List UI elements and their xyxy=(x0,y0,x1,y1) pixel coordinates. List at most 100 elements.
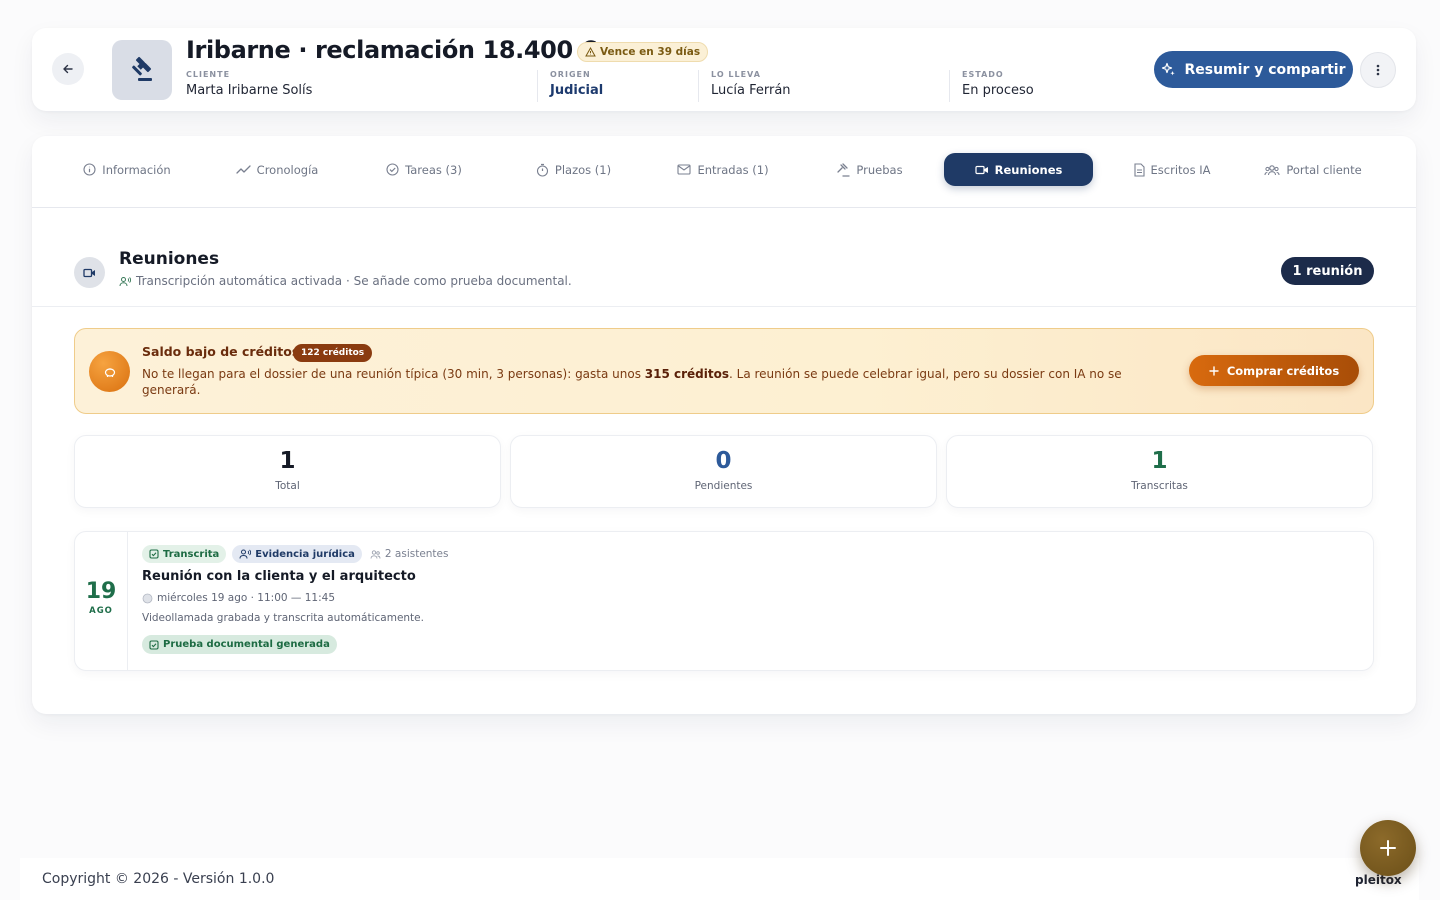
check-square-icon xyxy=(149,639,159,650)
tab-pruebas[interactable]: Pruebas xyxy=(827,153,912,186)
alert-text-credits: 315 créditos xyxy=(644,367,730,381)
meta-owner: LO LLEVA Lucía Ferrán xyxy=(711,70,791,98)
tab-label: Reuniones xyxy=(994,162,1063,177)
proof-generated-label: Prueba documental generada xyxy=(163,639,330,650)
meeting-description: Videollamada grabada y transcrita automá… xyxy=(142,612,424,624)
meeting-day: 19 xyxy=(85,579,117,604)
footer: Copyright © 2026 - Versión 1.0.0 pleitox xyxy=(20,858,1419,900)
proof-generated-badge[interactable]: Prueba documental generada xyxy=(142,635,337,654)
arrow-left-icon xyxy=(63,64,73,74)
low-credits-alert: Saldo bajo de créditos 122 créditos No t… xyxy=(74,328,1374,414)
back-button[interactable] xyxy=(52,53,84,85)
tag-transcribed-label: Transcrita xyxy=(163,548,220,560)
stat-transcribed-value: 1 xyxy=(1151,448,1168,474)
tab-label: Tareas (3) xyxy=(405,162,462,177)
plus-icon xyxy=(1380,840,1396,856)
due-date-label: Vence en 39 días xyxy=(600,46,701,58)
tab-reuniones[interactable]: Reuniones xyxy=(944,153,1093,186)
info-icon xyxy=(83,163,96,176)
add-fab-button[interactable] xyxy=(1360,820,1416,876)
stat-pending: 0 Pendientes xyxy=(510,435,937,508)
meta-client-value: Marta Iribarne Solís xyxy=(186,83,313,98)
people-icon xyxy=(370,549,381,559)
tab-portal-cliente[interactable]: Portal cliente xyxy=(1258,153,1368,186)
meta-status-value: En proceso xyxy=(962,83,1034,98)
meta-origin-value[interactable]: Judicial xyxy=(550,83,603,98)
summarize-share-label: Resumir y compartir xyxy=(1184,61,1346,78)
trend-icon xyxy=(236,165,251,174)
stopwatch-icon xyxy=(536,163,548,177)
meeting-date: 19 AGO xyxy=(75,532,128,670)
section-divider xyxy=(32,306,1416,307)
meta-status-key: ESTADO xyxy=(962,70,1004,79)
tab-label: Información xyxy=(102,162,171,177)
tag-legal-evidence-label: Evidencia jurídica xyxy=(255,548,355,560)
meta-client-key: CLIENTE xyxy=(186,70,231,79)
attendees-label: 2 asistentes xyxy=(384,548,449,560)
tab-escritos-ia[interactable]: Escritos IA xyxy=(1122,153,1222,186)
buy-credits-button[interactable]: Comprar créditos xyxy=(1189,355,1359,386)
meeting-time: miércoles 19 ago · 11:00 — 11:45 xyxy=(142,592,335,604)
meta-origin-key: ORIGEN xyxy=(550,70,591,79)
check-square-icon xyxy=(149,549,159,559)
mail-icon xyxy=(677,164,691,175)
section-subtitle: Transcripción automática activada · Se a… xyxy=(119,274,572,288)
meeting-time-label: miércoles 19 ago · 11:00 — 11:45 xyxy=(157,592,336,604)
alert-text-start: No te llegan para el dossier de una reun… xyxy=(142,367,645,381)
stat-total-label: Total xyxy=(275,480,300,492)
stat-total: 1 Total xyxy=(74,435,501,508)
video-icon xyxy=(975,165,988,174)
meta-owner-key: LO LLEVA xyxy=(711,70,761,79)
tab-label: Portal cliente xyxy=(1286,162,1362,177)
alert-message: No te llegan para el dossier de una reun… xyxy=(142,366,1142,398)
tab-label: Cronología xyxy=(256,162,319,177)
sparkle-icon xyxy=(1162,62,1176,76)
meeting-tags: Transcrita Evidencia jurídica 2 asistent… xyxy=(142,545,448,563)
document-icon xyxy=(1133,162,1145,177)
case-title: Iribarne · reclamación 18.400 € xyxy=(186,36,598,64)
users-icon xyxy=(1264,164,1280,175)
meta-divider xyxy=(537,70,538,102)
due-date-badge: Vence en 39 días xyxy=(577,42,709,62)
tab-tareas[interactable]: Tareas (3) xyxy=(374,153,474,186)
copyright-text: Copyright © 2026 - Versión 1.0.0 xyxy=(42,871,275,887)
meta-origin: ORIGEN Judicial xyxy=(550,70,603,98)
meta-divider xyxy=(698,70,699,102)
gavel-icon xyxy=(837,162,851,177)
meeting-count-badge: 1 reunión xyxy=(1281,257,1374,285)
clock-icon xyxy=(142,593,153,603)
summarize-share-button[interactable]: Resumir y compartir xyxy=(1154,51,1353,88)
stat-pending-value: 0 xyxy=(715,448,732,474)
more-options-button[interactable] xyxy=(1360,52,1396,88)
tab-cronologia[interactable]: Cronología xyxy=(222,153,332,186)
check-circle-icon xyxy=(386,163,399,176)
meta-client: CLIENTE Marta Iribarne Solís xyxy=(186,70,312,98)
voice-user-icon xyxy=(239,549,252,559)
voice-user-icon xyxy=(119,276,131,286)
meeting-month: AGO xyxy=(89,606,113,616)
piggy-bank-icon xyxy=(89,351,130,392)
meeting-title[interactable]: Reunión con la clienta y el arquitecto xyxy=(142,569,416,584)
warning-icon xyxy=(585,47,596,57)
case-header: Iribarne · reclamación 18.400 € Vence en… xyxy=(32,28,1416,111)
meta-owner-value: Lucía Ferrán xyxy=(711,83,791,98)
tab-informacion[interactable]: Información xyxy=(72,153,182,186)
tab-label: Pruebas xyxy=(856,162,903,177)
plus-icon xyxy=(1209,365,1219,376)
section-subtitle-text: Transcripción automática activada · Se a… xyxy=(136,274,572,288)
kebab-menu-icon xyxy=(1376,64,1380,76)
tab-label: Escritos IA xyxy=(1150,162,1211,177)
tab-label: Plazos (1) xyxy=(554,162,612,177)
tab-entradas[interactable]: Entradas (1) xyxy=(668,153,778,186)
tab-plazos[interactable]: Plazos (1) xyxy=(526,153,621,186)
meeting-card[interactable]: 19 AGO Transcrita Evidencia jurídica 2 a… xyxy=(74,531,1374,671)
attendees-count: 2 asistentes xyxy=(370,548,449,560)
case-gavel-icon xyxy=(112,40,172,100)
stat-total-value: 1 xyxy=(279,448,296,474)
case-tabs: Información Cronología Tareas (3) Plazos… xyxy=(32,136,1416,208)
alert-title: Saldo bajo de créditos xyxy=(142,344,300,359)
meta-divider xyxy=(949,70,950,102)
stat-transcribed: 1 Transcritas xyxy=(946,435,1373,508)
section-video-icon xyxy=(74,257,105,288)
stat-pending-label: Pendientes xyxy=(694,480,753,492)
